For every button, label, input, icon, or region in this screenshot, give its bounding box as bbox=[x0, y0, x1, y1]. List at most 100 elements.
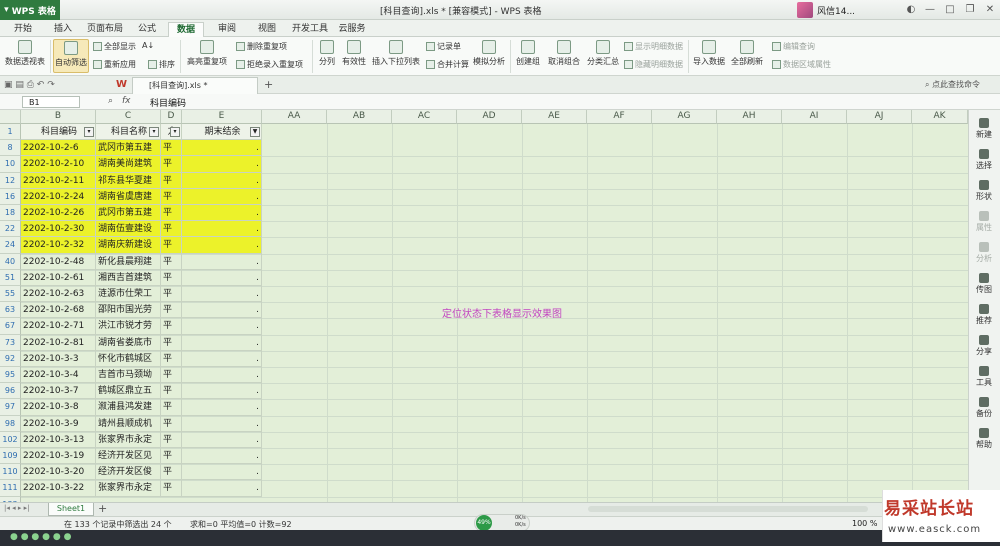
edit-query-button[interactable]: 编辑查询 bbox=[772, 41, 815, 52]
cell-ending-balance[interactable]: . bbox=[182, 286, 262, 303]
fx-icon[interactable]: fx bbox=[122, 96, 131, 106]
zoom-icon[interactable]: ⌕ bbox=[108, 96, 113, 106]
cell-code[interactable]: 2202-10-2-10 bbox=[21, 156, 96, 173]
row-header[interactable]: 111 bbox=[0, 480, 21, 497]
row-header[interactable]: 96 bbox=[0, 383, 21, 400]
tab-insert[interactable]: 插入 bbox=[48, 22, 78, 37]
row-header[interactable]: 67 bbox=[0, 318, 21, 335]
cell-name[interactable]: 湘西吉首建筑 bbox=[96, 269, 161, 286]
cell-ending-balance[interactable]: . bbox=[182, 448, 262, 465]
cell-direction[interactable]: 平 bbox=[161, 399, 182, 416]
cell-code[interactable]: 2202-10-3-20 bbox=[21, 464, 96, 481]
cell-ending-balance[interactable]: . bbox=[182, 415, 262, 432]
cell-ending-balance[interactable]: . bbox=[182, 383, 262, 400]
panel-shape-button[interactable]: 形状 bbox=[968, 180, 1000, 202]
cell-direction[interactable]: 平 bbox=[161, 156, 182, 173]
tab-page-layout[interactable]: 页面布局 bbox=[84, 22, 126, 37]
cell-name[interactable]: 湖南美尚建筑 bbox=[96, 156, 161, 173]
column-header[interactable]: AI bbox=[782, 110, 847, 124]
cell-code[interactable]: 2202-10-2-11 bbox=[21, 172, 96, 189]
validation-button[interactable]: 有效性 bbox=[340, 40, 368, 67]
row-header[interactable]: 8 bbox=[0, 140, 21, 157]
cell-direction[interactable]: 平 bbox=[161, 448, 182, 465]
cell-code[interactable]: 2202-10-2-81 bbox=[21, 334, 96, 351]
zoom-level[interactable]: 100 % bbox=[852, 519, 877, 528]
row-header[interactable]: 102 bbox=[0, 431, 21, 448]
cell-ending-balance[interactable]: . bbox=[182, 140, 262, 157]
cell-direction[interactable]: 平 bbox=[161, 237, 182, 254]
column-header[interactable]: AC bbox=[392, 110, 457, 124]
what-if-button[interactable]: 模拟分析 bbox=[472, 40, 506, 67]
cell-code[interactable]: 2202-10-2-71 bbox=[21, 318, 96, 335]
cell-code[interactable]: 2202-10-2-24 bbox=[21, 188, 96, 205]
cell-name[interactable]: 武冈市第五建 bbox=[96, 205, 161, 222]
ungroup-button[interactable]: 取消组合 bbox=[544, 40, 584, 67]
cell-direction[interactable]: 平 bbox=[161, 188, 182, 205]
column-header[interactable]: AG bbox=[652, 110, 717, 124]
tab-data[interactable]: 数据 bbox=[168, 22, 204, 37]
cell-direction[interactable]: 平 bbox=[161, 302, 182, 319]
column-header[interactable]: AE bbox=[522, 110, 587, 124]
cell-name[interactable]: 洪江市锐才劳 bbox=[96, 318, 161, 335]
cell-code[interactable]: 2202-10-2-48 bbox=[21, 253, 96, 270]
panel-share-button[interactable]: 分享 bbox=[968, 335, 1000, 357]
column-header[interactable]: C bbox=[96, 110, 161, 124]
cell-ending-balance[interactable]: . bbox=[182, 318, 262, 335]
consolidate-button[interactable]: 合并计算 bbox=[426, 59, 469, 70]
panel-backup-button[interactable]: 备份 bbox=[968, 397, 1000, 419]
cell-ending-balance[interactable]: . bbox=[182, 431, 262, 448]
add-sheet-button[interactable]: + bbox=[98, 502, 107, 515]
horizontal-scrollbar[interactable] bbox=[588, 506, 868, 512]
cell-code[interactable]: 2202-10-2-6 bbox=[21, 140, 96, 157]
cell-name[interactable]: 邵阳市国光劳 bbox=[96, 302, 161, 319]
row-header[interactable]: 12 bbox=[0, 172, 21, 189]
cell-code[interactable]: 2202-10-3-13 bbox=[21, 431, 96, 448]
cell-code[interactable]: 2202-10-3-4 bbox=[21, 367, 96, 384]
data-range-button[interactable]: 数据区域属性 bbox=[772, 59, 831, 70]
pivot-table-button[interactable]: 数据透视表 bbox=[4, 40, 46, 67]
cell-name[interactable]: 祁东县华夏建 bbox=[96, 172, 161, 189]
row-header[interactable]: 24 bbox=[0, 237, 21, 254]
column-header[interactable]: AJ bbox=[847, 110, 912, 124]
hide-detail-button[interactable]: 隐藏明细数据 bbox=[624, 59, 683, 70]
column-header[interactable]: AD bbox=[457, 110, 522, 124]
cell-code[interactable]: 2202-10-2-26 bbox=[21, 205, 96, 222]
reapply-button[interactable]: 重新应用 bbox=[93, 59, 136, 70]
cell-direction[interactable]: 平 bbox=[161, 253, 182, 270]
cell-direction[interactable]: 平 bbox=[161, 172, 182, 189]
cell-code[interactable]: 2202-10-3-3 bbox=[21, 350, 96, 367]
cell-code[interactable]: 2202-10-3-8 bbox=[21, 399, 96, 416]
row-header[interactable]: 22 bbox=[0, 221, 21, 238]
cell-name[interactable]: 湖南庆新建设 bbox=[96, 237, 161, 254]
cell-direction[interactable]: 平 bbox=[161, 221, 182, 238]
cell-name[interactable]: 武冈市第五建 bbox=[96, 140, 161, 157]
sort-button[interactable]: 排序 bbox=[148, 59, 175, 70]
new-tab-button[interactable]: + bbox=[264, 78, 273, 91]
row-header[interactable]: 98 bbox=[0, 415, 21, 432]
cell-name[interactable]: 溆浦县鸿发建 bbox=[96, 399, 161, 416]
cell-direction[interactable]: 平 bbox=[161, 431, 182, 448]
search-command[interactable]: ⌕ 点此查找命令 bbox=[925, 79, 980, 90]
column-header[interactable]: D bbox=[161, 110, 182, 124]
cell-code[interactable]: 2202-10-2-68 bbox=[21, 302, 96, 319]
cell-code[interactable]: 2202-10-2-32 bbox=[21, 237, 96, 254]
cell-code[interactable]: 2202-10-3-7 bbox=[21, 383, 96, 400]
cell-ending-balance[interactable]: . bbox=[182, 269, 262, 286]
cell-name[interactable]: 湖南伍壹建设 bbox=[96, 221, 161, 238]
cell-ending-balance[interactable]: . bbox=[182, 253, 262, 270]
cell-direction[interactable]: 平 bbox=[161, 205, 182, 222]
show-detail-button[interactable]: 显示明细数据 bbox=[624, 41, 683, 52]
cell-ending-balance[interactable]: . bbox=[182, 205, 262, 222]
filter-dropdown-icon[interactable]: ▼ bbox=[250, 127, 260, 137]
column-header[interactable]: B bbox=[21, 110, 96, 124]
tab-home[interactable]: 开始 bbox=[8, 22, 38, 37]
column-header[interactable]: AF bbox=[587, 110, 652, 124]
document-tab[interactable]: [科目查询].xls * bbox=[132, 77, 258, 94]
tab-review[interactable]: 审阅 bbox=[212, 22, 242, 37]
cell-name[interactable]: 靖州县顺成机 bbox=[96, 415, 161, 432]
column-header[interactable]: E bbox=[182, 110, 262, 124]
cell-ending-balance[interactable]: . bbox=[182, 480, 262, 497]
avatar[interactable] bbox=[797, 2, 813, 18]
cell-name[interactable]: 新化县晨翔建 bbox=[96, 253, 161, 270]
cell-ending-balance[interactable]: . bbox=[182, 188, 262, 205]
